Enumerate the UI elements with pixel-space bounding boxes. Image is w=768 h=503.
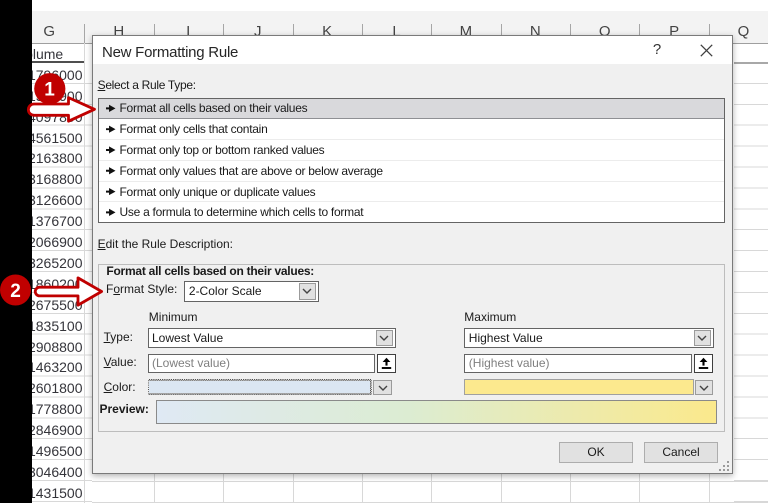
svg-text:1: 1	[44, 80, 55, 101]
svg-text:2: 2	[10, 281, 21, 302]
